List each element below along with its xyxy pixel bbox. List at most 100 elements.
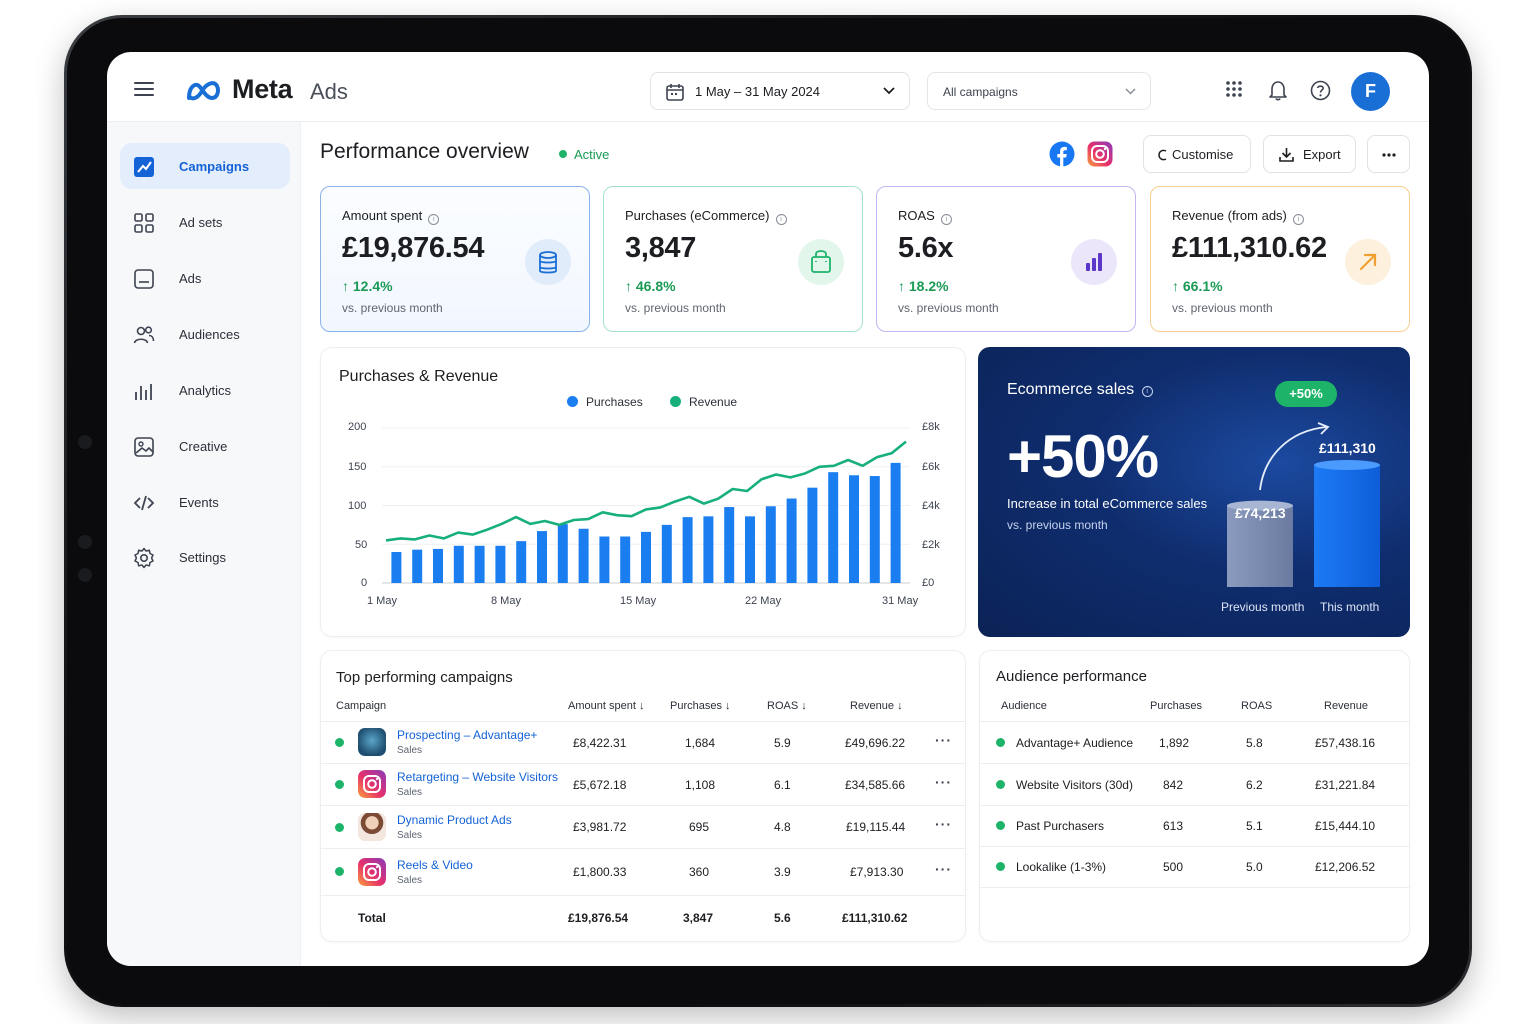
total-label: Total: [358, 911, 386, 925]
cell-roas: 5.8: [1246, 736, 1263, 750]
campaign-name-link[interactable]: Dynamic Product Ads: [397, 813, 512, 827]
app-screen: Meta Ads 1 May – 31 May 2024 All campaig…: [107, 52, 1429, 966]
audience-name[interactable]: Advantage+ Audience: [1016, 736, 1133, 750]
cell-revenue: £31,221.84: [1315, 778, 1376, 792]
person-thumbnail: [358, 813, 386, 841]
campaigns-title: Top performing campaigns: [336, 669, 513, 686]
purchases-bar[interactable]: [557, 524, 568, 583]
campaign-objective: Sales: [397, 787, 423, 798]
row-more-icon[interactable]: ···: [935, 816, 952, 832]
total-spent: £19,876.54: [568, 911, 629, 925]
cell-spent: £3,981.72: [573, 820, 627, 834]
purchases-bar[interactable]: [453, 545, 464, 583]
col-header-audience: Audience: [1001, 700, 1047, 712]
campaign-objective: Sales: [397, 875, 423, 886]
purchases-bar[interactable]: [474, 545, 485, 583]
divider: [979, 763, 1410, 764]
sort-down-icon: ↓: [638, 700, 645, 712]
purchases-bar[interactable]: [890, 462, 901, 583]
instagram-icon: [358, 770, 386, 798]
divider: [320, 848, 966, 849]
sort-down-icon: ↓: [801, 700, 807, 712]
col-header-revenue: Revenue: [1324, 700, 1369, 712]
purchases-bar[interactable]: [869, 476, 880, 583]
purchases-bar[interactable]: [433, 548, 443, 583]
purchases-bar[interactable]: [516, 541, 527, 583]
cell-revenue: £34,585.66: [845, 778, 906, 792]
this-month-value: £111,310: [1319, 440, 1376, 456]
col-header-roas: ROAS: [1241, 700, 1273, 712]
purchases-bar[interactable]: [578, 528, 589, 583]
campaign-name-link[interactable]: Retargeting – Website Visitors: [397, 770, 558, 784]
camera-dot: [78, 568, 92, 582]
col-header-amount-spent[interactable]: Amount spent ↓: [568, 700, 644, 712]
instagram-icon: [358, 858, 386, 886]
this-month-label: This month: [1320, 600, 1380, 614]
audience-performance-card: [979, 650, 1410, 942]
purchases-bar[interactable]: [391, 552, 402, 583]
audience-name[interactable]: Website Visitors (30d): [1016, 778, 1133, 792]
ecommerce-sales-card: Ecommerce sales i +50% +50% Increase in …: [978, 347, 1410, 637]
revenue-line[interactable]: [385, 440, 907, 542]
row-more-icon[interactable]: ···: [935, 732, 952, 748]
col-header-revenue[interactable]: Revenue ↓: [850, 700, 903, 712]
row-more-icon[interactable]: ···: [935, 861, 952, 877]
campaign-objective: Sales: [397, 745, 423, 756]
divider: [979, 721, 1410, 722]
status-dot: [335, 867, 344, 876]
purchases-bar[interactable]: [724, 507, 735, 583]
row-more-icon[interactable]: ···: [935, 774, 952, 790]
total-purchases: 3,847: [683, 911, 714, 925]
purchases-bar[interactable]: [828, 472, 839, 583]
audience-name[interactable]: Lookalike (1-3%): [1016, 860, 1106, 874]
purchases-bar[interactable]: [599, 536, 610, 584]
purchases-bar[interactable]: [807, 487, 818, 583]
cell-roas: 6.2: [1246, 778, 1263, 792]
purchases-bar[interactable]: [620, 536, 631, 584]
campaign-objective: Sales: [397, 830, 423, 841]
cell-revenue: £15,444.10: [1315, 819, 1376, 833]
ecommerce-bars: [1227, 422, 1380, 587]
status-dot: [335, 823, 344, 832]
bar-body: [1314, 465, 1380, 587]
divider: [320, 895, 966, 896]
cell-revenue: £7,913.30: [850, 865, 904, 879]
cell-roas: 5.0: [1246, 860, 1263, 874]
divider: [320, 763, 966, 764]
purchases-bar[interactable]: [661, 524, 672, 583]
divider: [320, 721, 966, 722]
purchases-bar[interactable]: [745, 516, 755, 583]
purchases-bar[interactable]: [765, 506, 776, 583]
campaign-name-link[interactable]: Prospecting – Advantage+: [397, 728, 537, 742]
purchases-bar[interactable]: [849, 475, 859, 583]
campaign-name-link[interactable]: Reels & Video: [397, 858, 473, 872]
cell-revenue: £49,696.22: [845, 736, 906, 750]
status-dot: [996, 821, 1005, 830]
status-dot: [335, 738, 344, 747]
col-header-text: ROAS: [767, 700, 799, 712]
divider: [979, 805, 1410, 806]
cell-purchases: 360: [689, 865, 710, 879]
sort-down-icon: ↓: [725, 700, 731, 712]
status-dot: [996, 780, 1005, 789]
cell-spent: £5,672.18: [573, 778, 627, 792]
purchases-bar[interactable]: [682, 517, 693, 583]
purchases-bar[interactable]: [537, 531, 547, 583]
this-month-bar: [1314, 460, 1380, 587]
col-header-purchases[interactable]: Purchases ↓: [670, 700, 731, 712]
cell-purchases: 500: [1163, 860, 1184, 874]
campaign-thumbnail: [358, 728, 386, 756]
col-header-roas[interactable]: ROAS ↓: [767, 700, 807, 712]
purchases-bar[interactable]: [786, 498, 797, 583]
purchases-bar[interactable]: [495, 545, 506, 583]
audience-name[interactable]: Past Purchasers: [1016, 819, 1104, 833]
status-dot: [996, 738, 1005, 747]
purchases-bar[interactable]: [641, 531, 651, 583]
col-header-text: Amount spent: [568, 700, 636, 712]
purchases-bar[interactable]: [412, 549, 423, 583]
cell-purchases: 1,108: [685, 778, 716, 792]
divider: [979, 846, 1410, 847]
col-header-campaign: Campaign: [336, 700, 387, 712]
camera-dot: [78, 535, 92, 549]
purchases-bar[interactable]: [703, 516, 714, 583]
